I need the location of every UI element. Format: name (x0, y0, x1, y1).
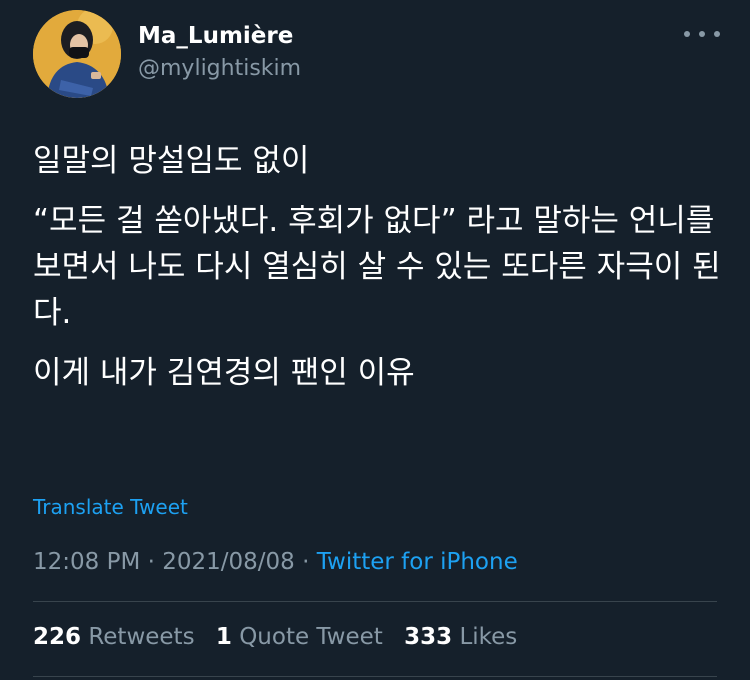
tweet-time[interactable]: 12:08 PM (33, 549, 140, 575)
avatar-image (33, 10, 121, 98)
retweets-stat[interactable]: 226 Retweets (33, 624, 195, 650)
quote-tweets-label: Quote Tweet (239, 624, 383, 650)
tweet-source-link[interactable]: Twitter for iPhone (317, 549, 518, 575)
tweet-date[interactable]: 2021/08/08 (162, 549, 295, 575)
tweet-stats: 226 Retweets 1 Quote Tweet 333 Likes (33, 622, 531, 652)
likes-count: 333 (404, 624, 453, 650)
tweet-paragraph: 이게 내가 김연경의 팬인 이유 (33, 355, 415, 391)
meta-separator: · (147, 549, 155, 575)
retweets-count: 226 (33, 624, 82, 650)
more-dot (699, 31, 705, 37)
display-name[interactable]: Ma_Lumière (138, 22, 293, 50)
tweet-paragraph: 일말의 망설임도 없이 (33, 143, 310, 179)
tweet-paragraph: “모든 걸 쏟아냈다. 후회가 없다” 라고 말하는 언니를 보면서 나도 다시… (33, 203, 721, 331)
tweet-meta: 12:08 PM · 2021/08/08 · Twitter for iPho… (33, 547, 518, 577)
divider (33, 676, 717, 677)
more-dot (684, 31, 690, 37)
more-dot (714, 31, 720, 37)
translate-tweet-link[interactable]: Translate Tweet (33, 494, 188, 520)
quote-tweets-count: 1 (215, 624, 232, 650)
likes-stat[interactable]: 333 Likes (404, 624, 517, 650)
user-handle[interactable]: @mylightiskim (138, 55, 301, 83)
likes-label: Likes (459, 624, 518, 650)
quote-tweets-stat[interactable]: 1 Quote Tweet (216, 624, 383, 650)
retweets-label: Retweets (88, 624, 195, 650)
avatar[interactable] (33, 10, 121, 98)
meta-separator: · (302, 549, 310, 575)
tweet-text: 일말의 망설임도 없이 “모든 걸 쏟아냈다. 후회가 없다” 라고 말하는 언… (33, 138, 733, 410)
more-horizontal-icon[interactable] (684, 22, 720, 46)
divider (33, 601, 717, 602)
